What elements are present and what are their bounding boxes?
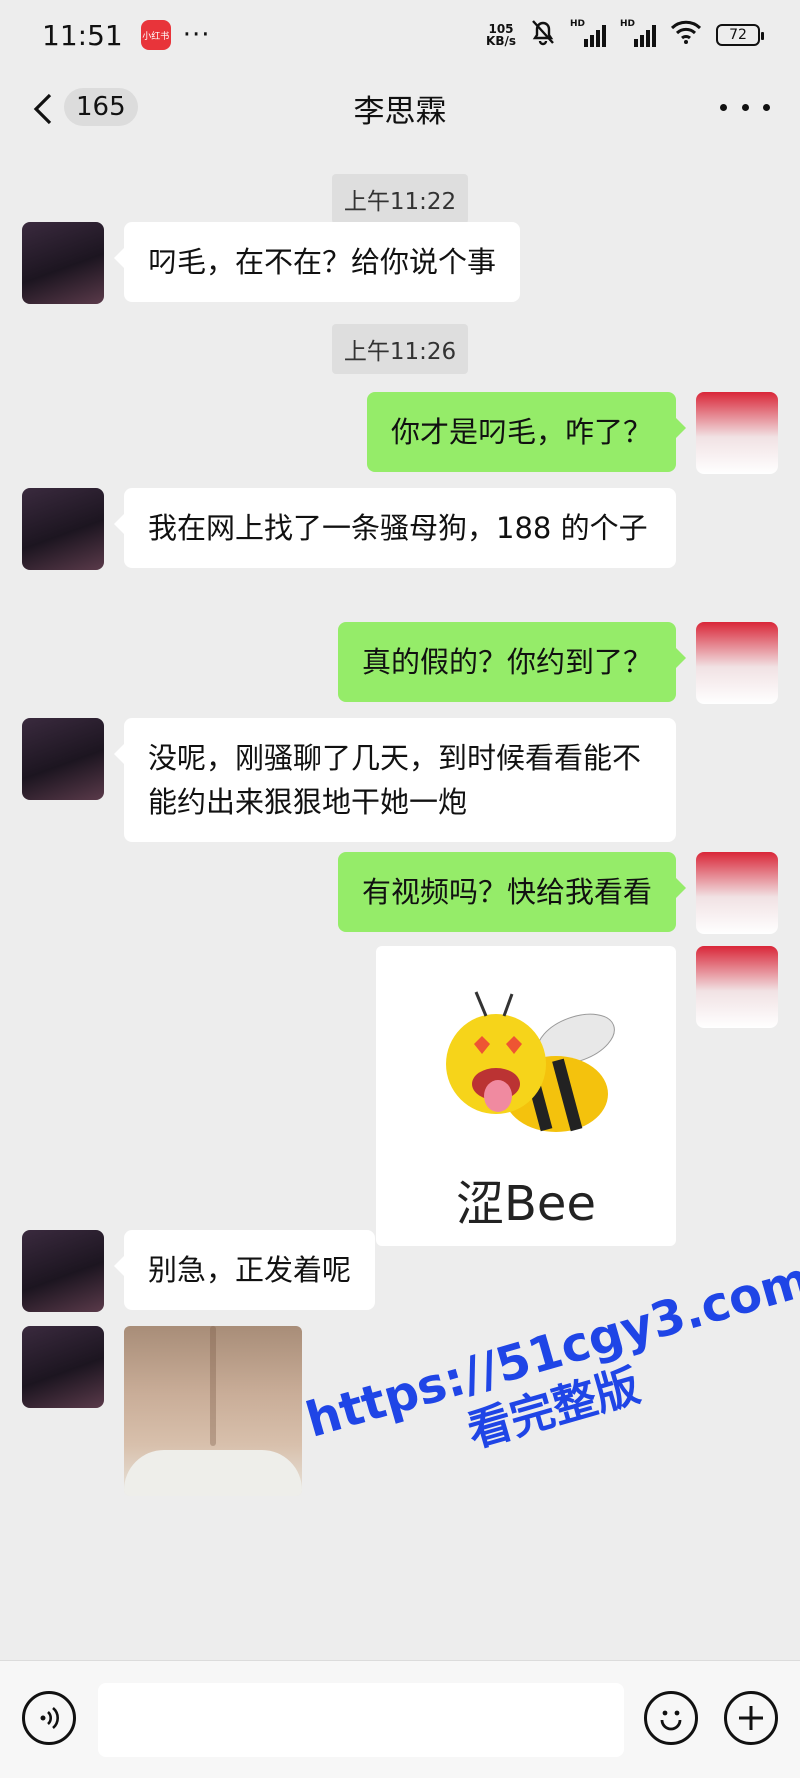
- status-bar: 11:51 小红书 ··· 105 KB/s HD HD 72: [0, 0, 800, 70]
- signal-2-icon: HD: [620, 19, 656, 47]
- self-avatar[interactable]: [696, 392, 778, 474]
- input-bar: [0, 1660, 800, 1778]
- signal-1-icon: HD: [570, 19, 606, 47]
- back-button[interactable]: [30, 92, 56, 126]
- timestamp: 上午11:22: [0, 174, 800, 224]
- smiley-icon: [660, 1710, 682, 1731]
- contact-avatar[interactable]: [22, 1230, 104, 1312]
- status-icons: 105 KB/s HD HD 72: [486, 18, 764, 53]
- contact-avatar[interactable]: [22, 718, 104, 800]
- bee-sticker-icon: [446, 991, 615, 1132]
- dot-icon: [741, 103, 749, 111]
- message-bubble-received[interactable]: 别急，正发着呢: [113, 1230, 376, 1310]
- signal-1-hd: HD: [570, 19, 586, 29]
- voice-icon: [40, 1707, 59, 1729]
- network-speed: 105 KB/s: [486, 23, 516, 47]
- message-bubble-received[interactable]: 没呢，刚骚聊了几天，到时候看看能不能约出来狠狠地干她一炮: [114, 718, 676, 842]
- chat-header: 165 李思霖: [0, 70, 800, 146]
- voice-button[interactable]: [22, 1691, 76, 1745]
- message-bubble-sent[interactable]: 真的假的？你约到了？: [337, 622, 687, 702]
- timestamp: 上午11:26: [0, 324, 800, 374]
- app-badge-label: 小红书: [142, 31, 170, 42]
- more-notifications-icon: ···: [182, 20, 211, 50]
- plus-icon: [739, 1706, 763, 1730]
- contact-avatar[interactable]: [22, 488, 104, 570]
- message-input[interactable]: [98, 1683, 624, 1757]
- message-bubble-received[interactable]: 我在网上找了一条骚母狗，188 的个子: [114, 488, 676, 568]
- sticker-message[interactable]: 涩Bee: [376, 946, 676, 1246]
- dot-icon: [720, 103, 727, 111]
- mute-bell-icon: [530, 18, 556, 53]
- self-avatar[interactable]: [696, 852, 778, 934]
- timestamp-label: 上午11:22: [331, 174, 469, 224]
- message-bubble-received[interactable]: 叼毛，在不在？给你说个事: [113, 222, 521, 302]
- dot-icon: [763, 103, 770, 111]
- timestamp-label: 上午11:26: [331, 324, 469, 374]
- clock: 11:51: [42, 18, 123, 52]
- message-bubble-sent[interactable]: 你才是叼毛，咋了？: [366, 392, 687, 472]
- image-detail: [210, 1326, 216, 1446]
- app-notification-icon: 小红书: [140, 20, 171, 50]
- image-detail: [124, 1450, 302, 1496]
- more-actions-button[interactable]: [724, 1691, 778, 1745]
- battery-level: 72: [729, 27, 747, 43]
- unread-count-badge[interactable]: 165: [64, 88, 138, 126]
- self-avatar[interactable]: [696, 946, 778, 1028]
- more-options-button[interactable]: [720, 92, 770, 122]
- self-avatar[interactable]: [696, 622, 778, 704]
- contact-avatar[interactable]: [22, 1326, 104, 1408]
- image-message[interactable]: [124, 1326, 302, 1496]
- sticker-caption: 涩Bee: [456, 1176, 596, 1232]
- signal-2-hd: HD: [620, 19, 636, 29]
- chevron-left-icon: [33, 93, 52, 125]
- emoji-button[interactable]: [644, 1691, 698, 1745]
- message-bubble-sent[interactable]: 有视频吗？快给我看看: [337, 852, 687, 932]
- wifi-icon: [670, 20, 702, 51]
- battery-icon: 72: [716, 24, 764, 46]
- network-speed-unit: KB/s: [486, 34, 516, 48]
- contact-avatar[interactable]: [22, 222, 104, 304]
